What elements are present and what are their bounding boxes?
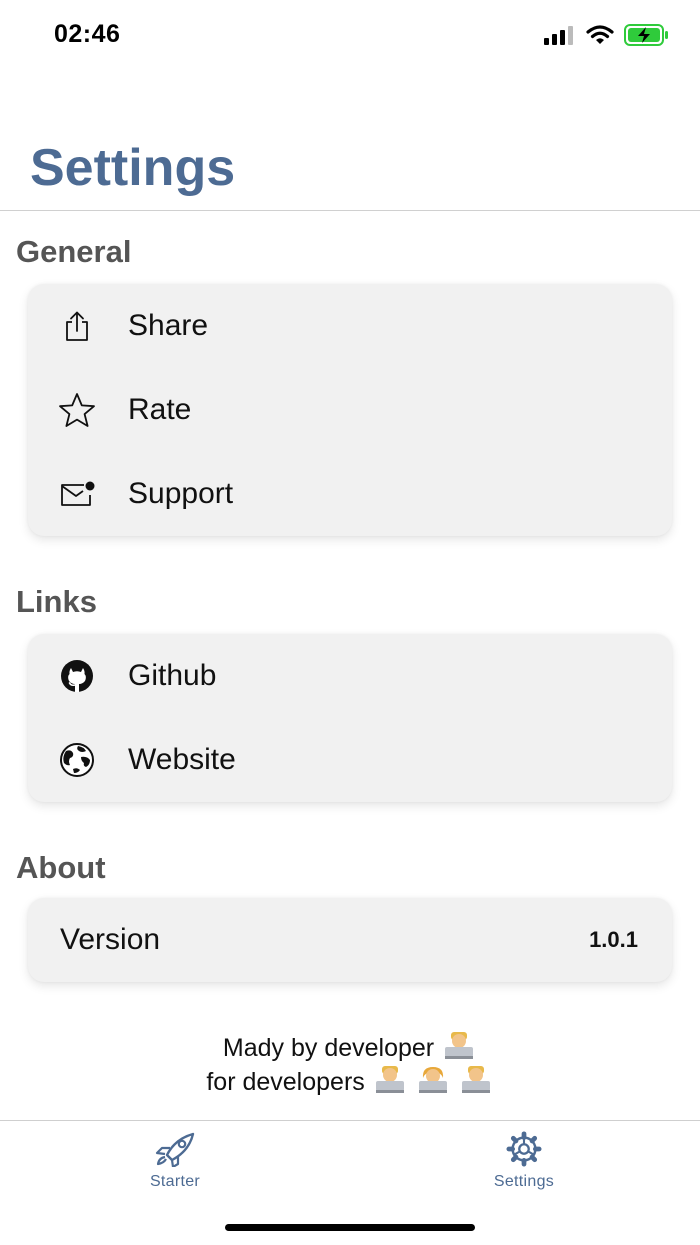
footer-text-2: for developers <box>206 1068 365 1096</box>
website-label: Website <box>128 743 236 776</box>
footer-text-1: Mady by developer <box>222 1034 435 1062</box>
section-header-links: Links <box>16 584 97 619</box>
rate-row[interactable]: Rate <box>28 368 672 452</box>
mail-icon <box>58 475 96 513</box>
version-value: 1.0.1 <box>589 927 638 952</box>
footer-line-2: for developers <box>0 1064 700 1098</box>
github-row[interactable]: Github <box>28 634 672 718</box>
status-icons <box>544 24 670 46</box>
tab-settings[interactable]: Settings <box>464 1131 584 1191</box>
page-title: Settings <box>30 139 236 197</box>
star-icon <box>58 391 96 429</box>
share-label: Share <box>128 309 209 342</box>
tab-starter-label: Starter <box>149 1173 201 1190</box>
about-card: Version 1.0.1 <box>28 898 672 982</box>
tab-settings-label: Settings <box>493 1173 555 1190</box>
footer: Mady by developer for developers <box>0 1030 700 1098</box>
website-row[interactable]: Website <box>28 718 672 802</box>
github-icon <box>58 657 96 695</box>
support-label: Support <box>128 477 234 510</box>
rate-label: Rate <box>128 393 192 426</box>
battery-charging-icon <box>624 24 668 46</box>
signal-icon <box>544 26 573 45</box>
gear-icon <box>506 1131 542 1167</box>
status-bar: 02:46 <box>0 0 700 72</box>
links-card: Github Website <box>28 634 672 802</box>
tab-starter[interactable]: Starter <box>115 1131 235 1191</box>
section-header-about: About <box>16 850 106 885</box>
general-card: Share Rate Support <box>28 284 672 536</box>
globe-icon <box>58 741 96 779</box>
footer-line-1: Mady by developer <box>0 1030 700 1064</box>
developer-emoji-icon <box>445 1032 474 1059</box>
title-divider <box>0 210 700 211</box>
wifi-icon <box>586 25 614 44</box>
section-header-general: General <box>16 234 132 269</box>
status-time: 02:46 <box>54 20 121 48</box>
developer-emoji-icon <box>418 1067 447 1093</box>
developer-emoji-icon <box>461 1066 490 1093</box>
support-row[interactable]: Support <box>28 452 672 536</box>
home-indicator <box>225 1224 475 1231</box>
version-row: Version 1.0.1 <box>28 898 672 982</box>
developer-emoji-icon <box>375 1066 404 1093</box>
rocket-icon <box>155 1132 195 1167</box>
share-row[interactable]: Share <box>28 284 672 368</box>
github-label: Github <box>128 659 217 692</box>
share-icon <box>58 307 96 345</box>
version-label: Version <box>60 923 161 956</box>
